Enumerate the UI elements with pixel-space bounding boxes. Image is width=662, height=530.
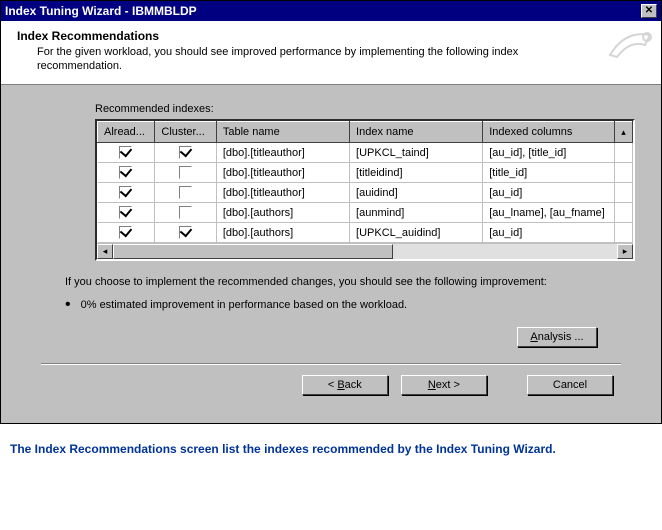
cell-table-name: [dbo].[titleauthor] <box>216 143 349 163</box>
recommended-indexes-table: Alread... Cluster... Table name Index na… <box>95 119 635 261</box>
col-header-indexed-columns[interactable]: Indexed columns <box>483 122 615 143</box>
cell-table-name: [dbo].[authors] <box>216 203 349 223</box>
figure-caption: The Index Recommendations screen list th… <box>0 424 662 474</box>
wizard-graphic-icon <box>605 25 655 61</box>
cell-table-name: [dbo].[titleauthor] <box>216 163 349 183</box>
clustered-checkbox[interactable] <box>179 186 192 199</box>
already-checkbox[interactable] <box>119 186 132 199</box>
close-button[interactable]: ✕ <box>641 4 657 18</box>
cell-index-name: [aunmind] <box>350 203 483 223</box>
header-banner: Index Recommendations For the given work… <box>1 21 661 85</box>
scroll-up-button[interactable]: ▴ <box>615 122 633 143</box>
table-row[interactable]: [dbo].[authors][UPKCL_auidind][au_id] <box>98 223 633 243</box>
col-header-already[interactable]: Alread... <box>98 122 155 143</box>
dialog-window: Index Tuning Wizard - IBMMBLDP ✕ Index R… <box>0 0 662 424</box>
scroll-left-button[interactable]: ◂ <box>97 244 113 259</box>
cell-index-name: [UPKCL_taind] <box>350 143 483 163</box>
already-checkbox[interactable] <box>119 146 132 159</box>
table-row[interactable]: [dbo].[titleauthor][titleidind][title_id… <box>98 163 633 183</box>
improvement-text: 0% estimated improvement in performance … <box>81 299 408 311</box>
table-row[interactable]: [dbo].[authors][aunmind][au_lname], [au_… <box>98 203 633 223</box>
cell-indexed-columns: [title_id] <box>483 163 615 183</box>
title-bar: Index Tuning Wizard - IBMMBLDP ✕ <box>1 1 661 21</box>
clustered-checkbox[interactable] <box>179 206 192 219</box>
next-button[interactable]: Next > <box>401 375 487 395</box>
cell-indexed-columns: [au_id] <box>483 223 615 243</box>
separator <box>41 363 621 365</box>
cell-scroll-gutter <box>615 223 633 243</box>
window-title: Index Tuning Wizard - IBMMBLDP <box>5 1 197 21</box>
clustered-checkbox[interactable] <box>179 166 192 179</box>
cell-scroll-gutter <box>615 143 633 163</box>
table-row[interactable]: [dbo].[titleauthor][auidind][au_id] <box>98 183 633 203</box>
cell-index-name: [UPKCL_auidind] <box>350 223 483 243</box>
already-checkbox[interactable] <box>119 166 132 179</box>
cell-index-name: [titleidind] <box>350 163 483 183</box>
page-description: For the given workload, you should see i… <box>37 45 597 73</box>
already-checkbox[interactable] <box>119 226 132 239</box>
cell-table-name: [dbo].[titleauthor] <box>216 183 349 203</box>
col-header-index-name[interactable]: Index name <box>350 122 483 143</box>
clustered-checkbox[interactable] <box>179 226 192 239</box>
clustered-checkbox[interactable] <box>179 146 192 159</box>
table-label: Recommended indexes: <box>95 103 629 115</box>
back-button[interactable]: < Back <box>302 375 388 395</box>
improvement-intro: If you choose to implement the recommend… <box>65 275 625 289</box>
cell-table-name: [dbo].[authors] <box>216 223 349 243</box>
bullet-icon: • <box>65 299 71 311</box>
col-header-table-name[interactable]: Table name <box>216 122 349 143</box>
scroll-track[interactable] <box>113 244 617 259</box>
cell-scroll-gutter <box>615 183 633 203</box>
nav-button-row: < Back Next > Cancel <box>33 375 629 409</box>
horizontal-scrollbar[interactable]: ◂ ▸ <box>97 243 633 259</box>
cell-indexed-columns: [au_id], [title_id] <box>483 143 615 163</box>
cell-scroll-gutter <box>615 203 633 223</box>
cell-indexed-columns: [au_id] <box>483 183 615 203</box>
already-checkbox[interactable] <box>119 206 132 219</box>
improvement-bullet: • 0% estimated improvement in performanc… <box>65 299 629 311</box>
table-header-row: Alread... Cluster... Table name Index na… <box>98 122 633 143</box>
scroll-right-button[interactable]: ▸ <box>617 244 633 259</box>
cell-indexed-columns: [au_lname], [au_fname] <box>483 203 615 223</box>
cancel-button[interactable]: Cancel <box>527 375 613 395</box>
cell-scroll-gutter <box>615 163 633 183</box>
analysis-button[interactable]: Analysis ... <box>517 327 597 347</box>
content-area: Recommended indexes: Alread... Cluster..… <box>1 85 661 423</box>
page-heading: Index Recommendations <box>17 29 645 43</box>
cell-index-name: [auidind] <box>350 183 483 203</box>
table-row[interactable]: [dbo].[titleauthor][UPKCL_taind][au_id],… <box>98 143 633 163</box>
col-header-clustered[interactable]: Cluster... <box>155 122 216 143</box>
scroll-thumb[interactable] <box>113 244 393 259</box>
